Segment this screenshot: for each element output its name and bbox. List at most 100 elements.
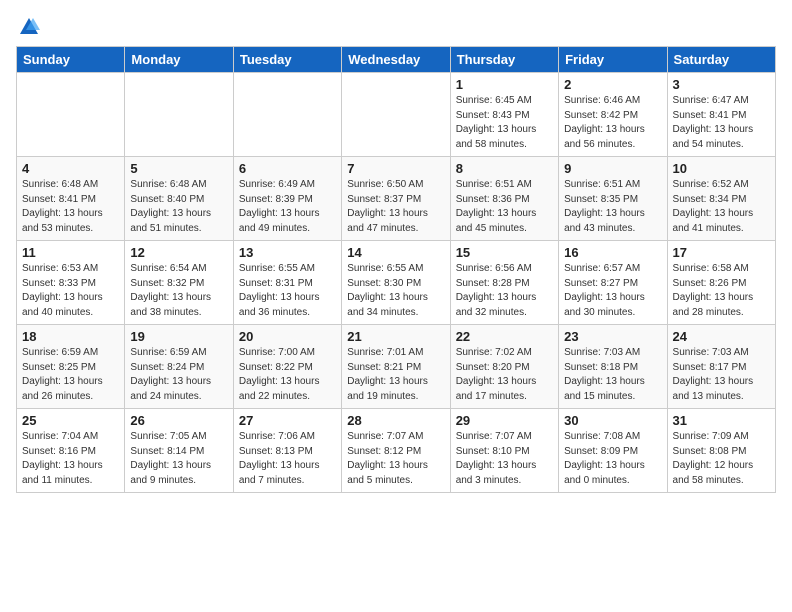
day-info: Sunrise: 7:09 AMSunset: 8:08 PMDaylight:… (673, 430, 770, 488)
day-info: Sunrise: 7:06 AMSunset: 8:13 PMDaylight:… (239, 430, 336, 488)
calendar-week-5: 25 Sunrise: 7:04 AMSunset: 8:16 PMDayligh… (17, 409, 776, 493)
weekday-header-saturday: Saturday (667, 47, 775, 73)
day-number: 6 (239, 161, 336, 176)
calendar-cell: 19 Sunrise: 6:59 AMSunset: 8:24 PMDayligh… (125, 325, 233, 409)
calendar-cell: 27 Sunrise: 7:06 AMSunset: 8:13 PMDayligh… (233, 409, 341, 493)
day-info: Sunrise: 7:07 AMSunset: 8:12 PMDaylight:… (347, 430, 444, 488)
day-number: 20 (239, 329, 336, 344)
day-info: Sunrise: 6:58 AMSunset: 8:26 PMDaylight:… (673, 262, 770, 320)
weekday-header-wednesday: Wednesday (342, 47, 450, 73)
day-number: 2 (564, 77, 661, 92)
calendar-cell: 29Sunrise: 7:07 AMSunset: 8:10 PMDayligh… (450, 409, 558, 493)
calendar-cell: 1 Sunrise: 6:45 AMSunset: 8:43 PMDaylight… (450, 73, 558, 157)
day-info: Sunrise: 6:50 AMSunset: 8:37 PMDaylight:… (347, 178, 444, 236)
logo-icon (18, 16, 40, 38)
day-number: 15 (456, 245, 553, 260)
day-info: Sunrise: 7:08 AMSunset: 8:09 PMDaylight:… (564, 430, 661, 488)
day-info: Sunrise: 6:47 AMSunset: 8:41 PMDaylight:… (673, 94, 770, 152)
calendar-cell: 11 Sunrise: 6:53 AMSunset: 8:33 PMDayligh… (17, 241, 125, 325)
calendar-cell: 20 Sunrise: 7:00 AMSunset: 8:22 PMDayligh… (233, 325, 341, 409)
calendar-cell: 30 Sunrise: 7:08 AMSunset: 8:09 PMDayligh… (559, 409, 667, 493)
day-number: 8 (456, 161, 553, 176)
calendar-cell (342, 73, 450, 157)
day-info: Sunrise: 6:48 AMSunset: 8:40 PMDaylight:… (130, 178, 227, 236)
calendar-cell: 5 Sunrise: 6:48 AMSunset: 8:40 PMDaylight… (125, 157, 233, 241)
weekday-header-monday: Monday (125, 47, 233, 73)
calendar-cell: 31Sunrise: 7:09 AMSunset: 8:08 PMDayligh… (667, 409, 775, 493)
calendar-week-2: 4 Sunrise: 6:48 AMSunset: 8:41 PMDaylight… (17, 157, 776, 241)
day-number: 14 (347, 245, 444, 260)
day-number: 16 (564, 245, 661, 260)
calendar-cell: 18Sunrise: 6:59 AMSunset: 8:25 PMDayligh… (17, 325, 125, 409)
calendar-cell (17, 73, 125, 157)
day-info: Sunrise: 7:04 AMSunset: 8:16 PMDaylight:… (22, 430, 119, 488)
weekday-header-thursday: Thursday (450, 47, 558, 73)
calendar-cell: 6Sunrise: 6:49 AMSunset: 8:39 PMDaylight… (233, 157, 341, 241)
day-number: 5 (130, 161, 227, 176)
day-number: 10 (673, 161, 770, 176)
day-number: 28 (347, 413, 444, 428)
day-info: Sunrise: 7:01 AMSunset: 8:21 PMDaylight:… (347, 346, 444, 404)
page-header (16, 16, 776, 38)
day-number: 12 (130, 245, 227, 260)
calendar-cell: 28 Sunrise: 7:07 AMSunset: 8:12 PMDayligh… (342, 409, 450, 493)
weekday-header-sunday: Sunday (17, 47, 125, 73)
calendar-cell: 26Sunrise: 7:05 AMSunset: 8:14 PMDayligh… (125, 409, 233, 493)
day-number: 19 (130, 329, 227, 344)
day-number: 21 (347, 329, 444, 344)
day-info: Sunrise: 6:51 AMSunset: 8:36 PMDaylight:… (456, 178, 553, 236)
calendar-cell: 16 Sunrise: 6:57 AMSunset: 8:27 PMDayligh… (559, 241, 667, 325)
day-number: 1 (456, 77, 553, 92)
weekday-header-tuesday: Tuesday (233, 47, 341, 73)
day-number: 30 (564, 413, 661, 428)
day-number: 17 (673, 245, 770, 260)
day-number: 4 (22, 161, 119, 176)
day-number: 22 (456, 329, 553, 344)
calendar-table: SundayMondayTuesdayWednesdayThursdayFrid… (16, 46, 776, 493)
weekday-header-friday: Friday (559, 47, 667, 73)
day-info: Sunrise: 6:59 AMSunset: 8:24 PMDaylight:… (130, 346, 227, 404)
day-info: Sunrise: 6:54 AMSunset: 8:32 PMDaylight:… (130, 262, 227, 320)
day-info: Sunrise: 6:53 AMSunset: 8:33 PMDaylight:… (22, 262, 119, 320)
day-number: 29 (456, 413, 553, 428)
calendar-cell: 23Sunrise: 7:03 AMSunset: 8:18 PMDayligh… (559, 325, 667, 409)
calendar-cell: 15 Sunrise: 6:56 AMSunset: 8:28 PMDayligh… (450, 241, 558, 325)
day-info: Sunrise: 6:55 AMSunset: 8:30 PMDaylight:… (347, 262, 444, 320)
day-info: Sunrise: 6:45 AMSunset: 8:43 PMDaylight:… (456, 94, 553, 152)
calendar-cell: 22 Sunrise: 7:02 AMSunset: 8:20 PMDayligh… (450, 325, 558, 409)
day-number: 11 (22, 245, 119, 260)
calendar-cell (125, 73, 233, 157)
day-info: Sunrise: 7:00 AMSunset: 8:22 PMDaylight:… (239, 346, 336, 404)
calendar-cell: 25 Sunrise: 7:04 AMSunset: 8:16 PMDayligh… (17, 409, 125, 493)
day-info: Sunrise: 6:51 AMSunset: 8:35 PMDaylight:… (564, 178, 661, 236)
day-info: Sunrise: 7:02 AMSunset: 8:20 PMDaylight:… (456, 346, 553, 404)
calendar-cell: 4 Sunrise: 6:48 AMSunset: 8:41 PMDaylight… (17, 157, 125, 241)
day-info: Sunrise: 6:59 AMSunset: 8:25 PMDaylight:… (22, 346, 119, 404)
calendar-body: 1 Sunrise: 6:45 AMSunset: 8:43 PMDaylight… (17, 73, 776, 493)
calendar-cell: 24 Sunrise: 7:03 AMSunset: 8:17 PMDayligh… (667, 325, 775, 409)
day-info: Sunrise: 6:57 AMSunset: 8:27 PMDaylight:… (564, 262, 661, 320)
calendar-cell (233, 73, 341, 157)
calendar-week-1: 1 Sunrise: 6:45 AMSunset: 8:43 PMDaylight… (17, 73, 776, 157)
calendar-cell: 13Sunrise: 6:55 AMSunset: 8:31 PMDayligh… (233, 241, 341, 325)
day-number: 7 (347, 161, 444, 176)
day-number: 23 (564, 329, 661, 344)
calendar-week-3: 11 Sunrise: 6:53 AMSunset: 8:33 PMDayligh… (17, 241, 776, 325)
weekday-header-row: SundayMondayTuesdayWednesdayThursdayFrid… (17, 47, 776, 73)
calendar-cell: 7 Sunrise: 6:50 AMSunset: 8:37 PMDaylight… (342, 157, 450, 241)
calendar-cell: 12 Sunrise: 6:54 AMSunset: 8:32 PMDayligh… (125, 241, 233, 325)
calendar-cell: 14 Sunrise: 6:55 AMSunset: 8:30 PMDayligh… (342, 241, 450, 325)
day-number: 27 (239, 413, 336, 428)
day-info: Sunrise: 6:48 AMSunset: 8:41 PMDaylight:… (22, 178, 119, 236)
day-info: Sunrise: 6:56 AMSunset: 8:28 PMDaylight:… (456, 262, 553, 320)
calendar-cell: 21 Sunrise: 7:01 AMSunset: 8:21 PMDayligh… (342, 325, 450, 409)
day-number: 3 (673, 77, 770, 92)
day-number: 25 (22, 413, 119, 428)
calendar-header: SundayMondayTuesdayWednesdayThursdayFrid… (17, 47, 776, 73)
calendar-cell: 17 Sunrise: 6:58 AMSunset: 8:26 PMDayligh… (667, 241, 775, 325)
day-info: Sunrise: 6:52 AMSunset: 8:34 PMDaylight:… (673, 178, 770, 236)
day-info: Sunrise: 7:03 AMSunset: 8:17 PMDaylight:… (673, 346, 770, 404)
day-number: 24 (673, 329, 770, 344)
calendar-cell: 8 Sunrise: 6:51 AMSunset: 8:36 PMDaylight… (450, 157, 558, 241)
day-info: Sunrise: 6:46 AMSunset: 8:42 PMDaylight:… (564, 94, 661, 152)
